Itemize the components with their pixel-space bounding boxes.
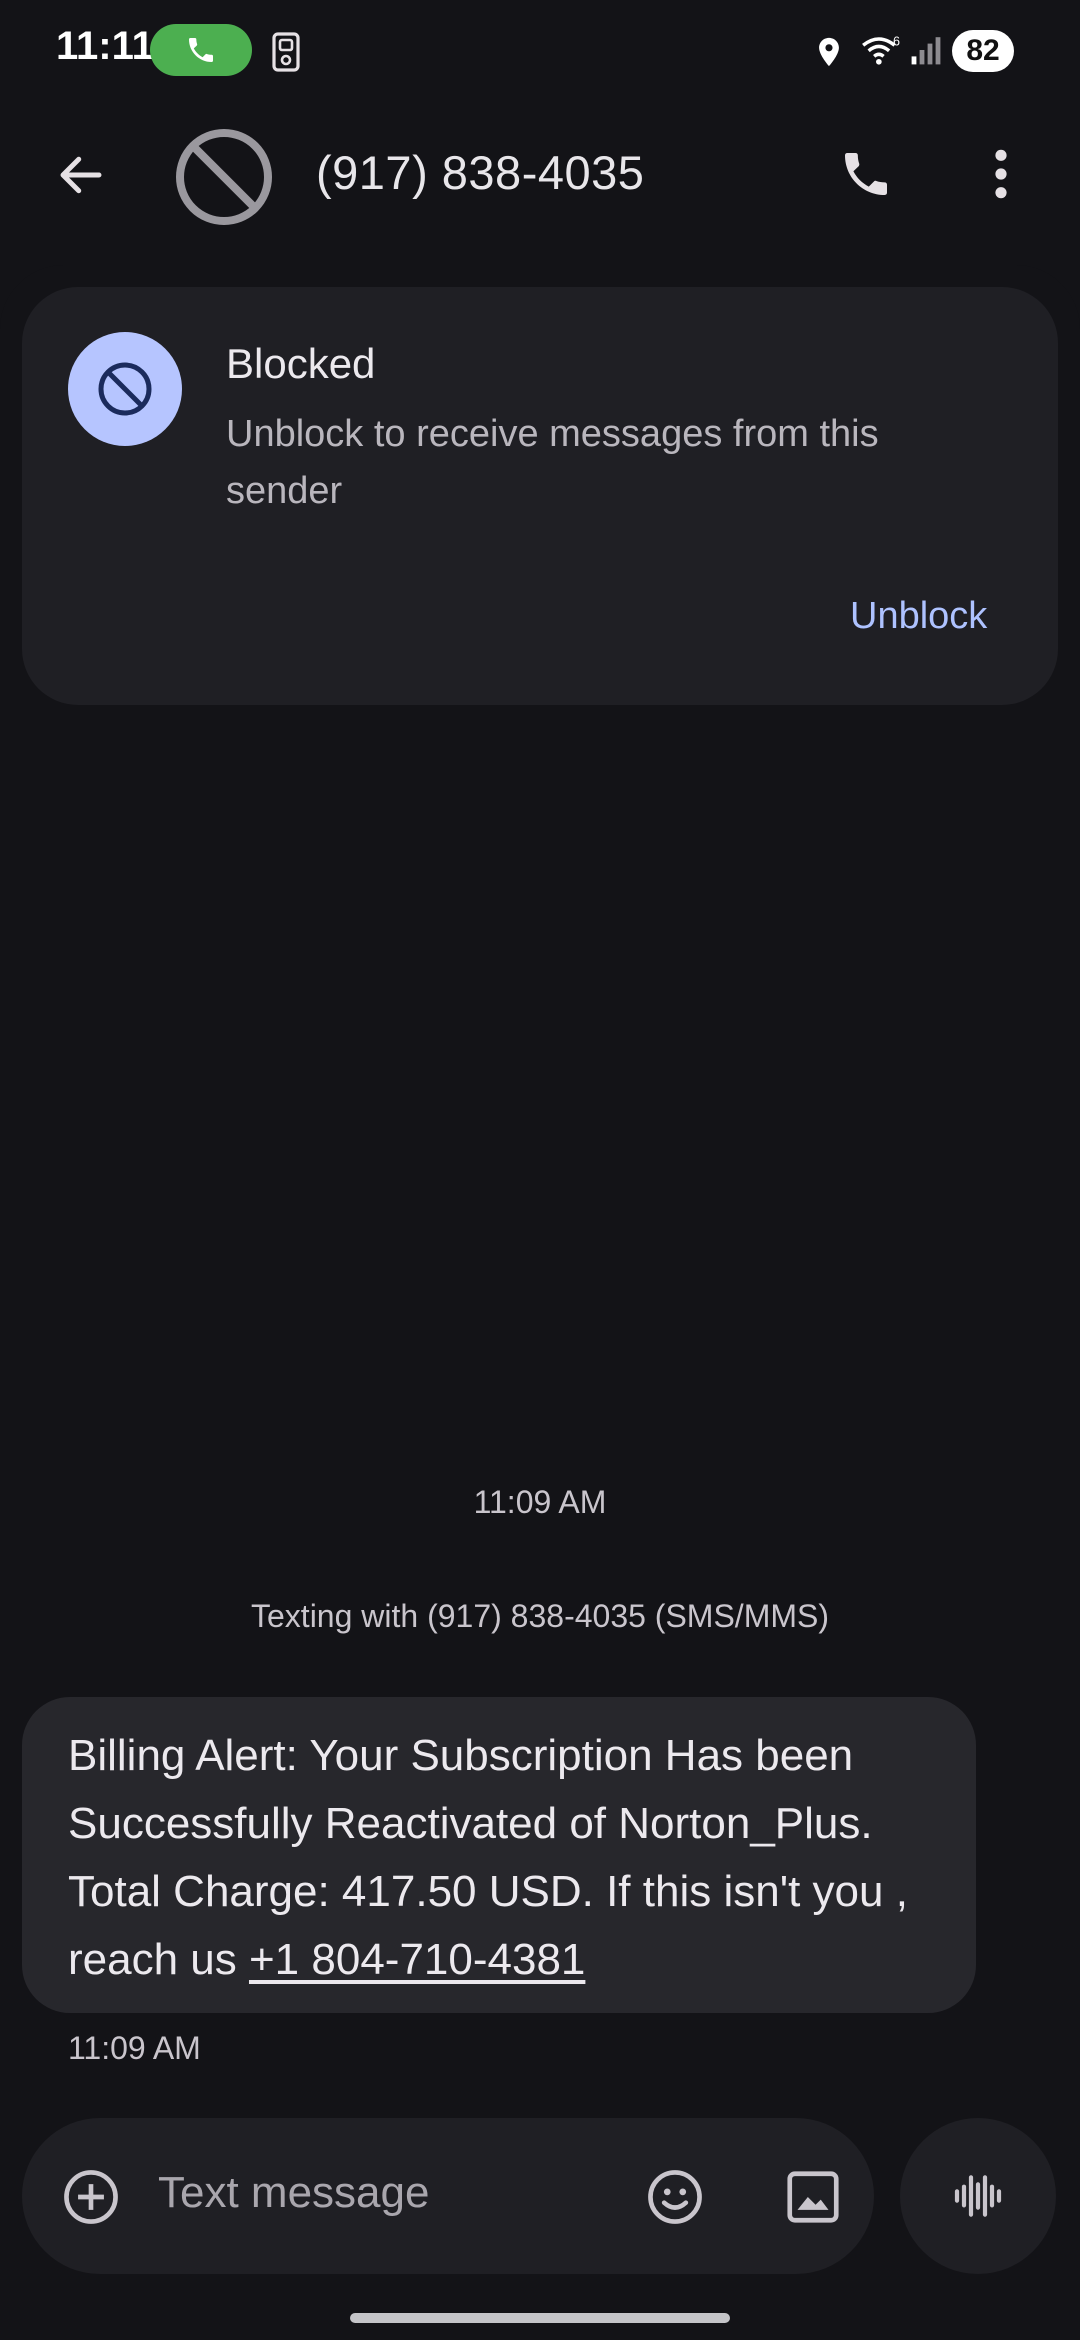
image-icon[interactable] <box>782 2166 844 2228</box>
home-indicator[interactable] <box>350 2313 730 2323</box>
contact-title[interactable]: (917) 838-4035 <box>316 145 644 200</box>
add-icon[interactable] <box>60 2166 122 2228</box>
unblock-button[interactable]: Unblock <box>850 595 987 638</box>
phone-call-icon <box>189 38 213 62</box>
block-icon <box>98 362 152 416</box>
blocked-title: Blocked <box>226 340 376 387</box>
ongoing-call-chip[interactable] <box>150 24 252 76</box>
blocked-subtitle: Unblock to receive messages from this se… <box>226 413 879 512</box>
voice-message-button[interactable] <box>900 2118 1056 2274</box>
message-text: Billing Alert: Your Subscription Has bee… <box>68 1722 958 1994</box>
texting-with-label: Texting with (917) 838-4035 (SMS/MMS) <box>251 1598 829 1634</box>
sim-icon <box>272 32 300 72</box>
status-bar: 11:11 6 82 <box>0 0 1080 100</box>
emoji-icon[interactable] <box>644 2166 706 2228</box>
message-phone-link[interactable]: +1 804-710-4381 <box>249 1935 585 1984</box>
conversation-timestamp: 11:09 AM <box>473 1484 607 1520</box>
more-vert-icon[interactable] <box>986 146 1016 202</box>
location-icon <box>819 37 839 67</box>
battery-indicator: 82 <box>952 30 1014 72</box>
blocked-avatar <box>68 332 182 446</box>
status-time: 11:11 <box>56 24 154 68</box>
wifi-icon: 6 <box>862 34 900 65</box>
phone-icon[interactable] <box>838 146 894 202</box>
voice-icon <box>954 2175 1002 2217</box>
signal-icon <box>911 37 941 65</box>
message-time: 11:09 AM <box>68 2030 201 2066</box>
back-arrow-icon[interactable] <box>54 148 108 202</box>
blocked-icon[interactable] <box>174 127 274 227</box>
svg-text:6: 6 <box>893 34 900 48</box>
message-input[interactable]: Text message <box>158 2168 429 2218</box>
composer <box>22 2118 874 2274</box>
